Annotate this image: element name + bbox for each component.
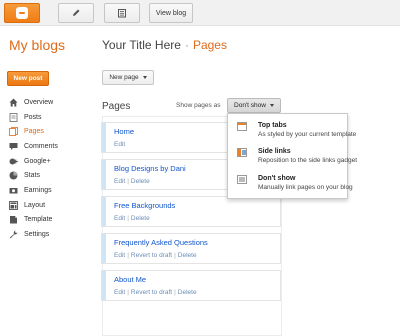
page-actions: Edit xyxy=(114,141,125,148)
menu-item-dont-show[interactable]: Don't show Manually link pages on your b… xyxy=(228,171,353,197)
sidebar-item-template[interactable]: Template xyxy=(9,213,58,228)
new-page-label: New page xyxy=(109,74,139,81)
sidebar-item-settings[interactable]: Settings xyxy=(9,227,58,242)
show-pages-as-value: Don't show xyxy=(234,102,266,109)
edit-link[interactable]: Edit xyxy=(114,178,125,185)
edit-link[interactable]: Edit xyxy=(114,252,125,259)
page-name-link[interactable]: Frequently Asked Questions xyxy=(114,238,208,247)
list-item[interactable]: Free Backgrounds Edit | Delete xyxy=(101,196,281,227)
wrench-icon xyxy=(9,230,18,239)
sidebar-item-posts[interactable]: Posts xyxy=(9,110,58,125)
menu-item-title: Top tabs xyxy=(258,122,287,129)
side-links-icon xyxy=(237,148,247,157)
drag-handle[interactable] xyxy=(102,197,106,226)
page-name-link[interactable]: About Me xyxy=(114,275,146,284)
edit-link[interactable]: Edit xyxy=(114,141,125,148)
my-blogs-link[interactable]: My blogs xyxy=(9,37,65,53)
page-actions: Edit | Delete xyxy=(114,178,150,185)
menu-item-top-tabs[interactable]: Top tabs As styled by your current templ… xyxy=(228,118,356,144)
sidebar-item-pages[interactable]: Pages xyxy=(9,124,58,139)
posts-icon xyxy=(9,112,18,122)
menu-item-description: As styled by your current template xyxy=(258,131,357,138)
page-name-link[interactable]: Home xyxy=(114,127,134,136)
pages-heading: Pages xyxy=(102,101,131,112)
sidebar-item-label: Pages xyxy=(24,128,44,136)
section-title: Pages xyxy=(192,38,227,52)
new-page-button[interactable]: New page xyxy=(102,70,154,85)
blogger-logo-icon xyxy=(16,7,28,19)
blog-title: Your Title Here xyxy=(102,38,181,52)
drag-handle[interactable] xyxy=(102,234,106,263)
sidebar-item-earnings[interactable]: Earnings xyxy=(9,183,58,198)
revert-to-draft-link[interactable]: Revert to draft xyxy=(131,289,172,296)
comment-icon xyxy=(9,142,18,151)
pages-toolbar-button[interactable] xyxy=(104,3,140,23)
page-actions: Edit | Delete xyxy=(114,215,150,222)
sidebar-item-label: Settings xyxy=(24,231,50,239)
page-actions: Edit | Revert to draft | Delete xyxy=(114,252,197,259)
delete-link[interactable]: Delete xyxy=(178,289,197,296)
edit-link[interactable]: Edit xyxy=(114,289,125,296)
top-bar: View blog xyxy=(0,0,400,26)
menu-item-side-links[interactable]: Side links Reposition to the side links … xyxy=(228,144,357,170)
sidebar-item-label: Layout xyxy=(24,201,46,209)
page-name-link[interactable]: Blog Designs by Dani xyxy=(114,164,186,173)
dont-show-icon xyxy=(237,175,247,184)
view-blog-button[interactable]: View blog xyxy=(149,3,193,23)
pages-list-icon xyxy=(118,9,126,18)
show-pages-as-label: Show pages as xyxy=(176,102,221,109)
sidebar-item-stats[interactable]: Stats xyxy=(9,168,58,183)
menu-item-description: Reposition to the side links gadget xyxy=(258,157,358,164)
google-plus-icon xyxy=(9,157,18,166)
layout-icon xyxy=(9,200,18,210)
title-separator: · xyxy=(184,38,189,52)
sidebar-item-label: Earnings xyxy=(24,186,52,194)
new-post-button[interactable]: New post xyxy=(7,71,49,86)
list-item[interactable]: About Me Edit | Revert to draft | Delete xyxy=(101,270,281,301)
sidebar-item-overview[interactable]: Overview xyxy=(9,95,58,110)
menu-item-description: Manually link pages on your blog xyxy=(258,184,353,191)
page-title: Your Title Here · Pages xyxy=(102,38,227,52)
page-name-link[interactable]: Free Backgrounds xyxy=(114,201,175,210)
list-item[interactable]: Frequently Asked Questions Edit | Revert t… xyxy=(101,233,281,264)
new-post-toolbar-button[interactable] xyxy=(58,3,94,23)
blogger-logo-button[interactable] xyxy=(4,3,40,23)
delete-link[interactable]: Delete xyxy=(131,215,150,222)
show-pages-as-select[interactable]: Don't show xyxy=(227,98,281,113)
chevron-down-icon xyxy=(142,76,147,79)
menu-item-title: Side links xyxy=(258,148,291,155)
drag-handle[interactable] xyxy=(102,160,106,189)
template-icon xyxy=(9,215,18,224)
drag-handle[interactable] xyxy=(102,123,106,152)
sidebar-item-layout[interactable]: Layout xyxy=(9,198,58,213)
delete-link[interactable]: Delete xyxy=(178,252,197,259)
sidebar-nav: Overview Posts Pages Comments Google+ St… xyxy=(9,95,58,242)
earnings-icon xyxy=(9,186,18,195)
sidebar-item-comments[interactable]: Comments xyxy=(9,139,58,154)
stats-icon xyxy=(9,171,18,180)
show-pages-as-menu: Top tabs As styled by your current templ… xyxy=(227,113,357,199)
pages-icon xyxy=(9,127,18,137)
sidebar-item-label: Template xyxy=(24,216,53,224)
revert-to-draft-link[interactable]: Revert to draft xyxy=(131,252,172,259)
chevron-down-icon xyxy=(269,104,274,107)
page-actions: Edit | Revert to draft | Delete xyxy=(114,289,197,296)
sidebar-item-label: Google+ xyxy=(24,157,51,165)
sidebar-item-label: Comments xyxy=(24,142,58,150)
sidebar-item-label: Posts xyxy=(24,113,42,121)
drag-handle[interactable] xyxy=(102,271,106,300)
menu-item-title: Don't show xyxy=(258,175,296,182)
top-tabs-icon xyxy=(237,122,247,131)
edit-link[interactable]: Edit xyxy=(114,215,125,222)
sidebar-item-google-plus[interactable]: Google+ xyxy=(9,154,58,169)
sidebar-item-label: Stats xyxy=(24,172,40,180)
sidebar-item-label: Overview xyxy=(24,98,54,106)
delete-link[interactable]: Delete xyxy=(131,178,150,185)
pencil-icon xyxy=(73,9,80,16)
home-icon xyxy=(9,98,18,107)
